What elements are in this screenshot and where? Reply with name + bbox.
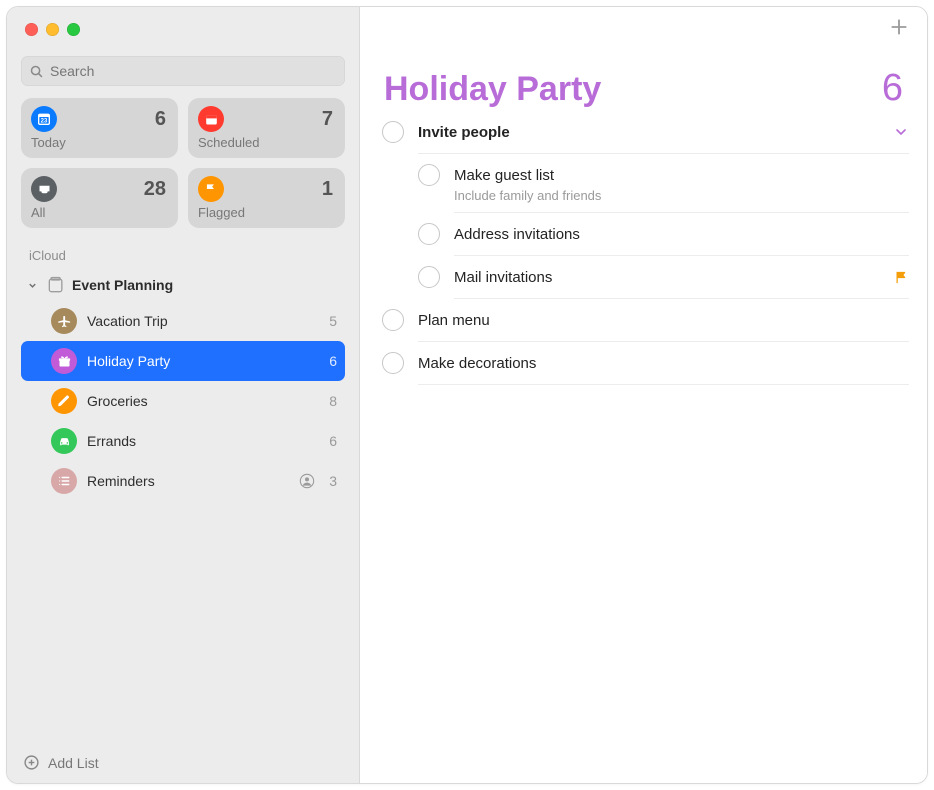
sidebar-tree: Event Planning Vacation Trip5Holiday Par… — [7, 269, 359, 501]
tray-icon — [31, 176, 57, 202]
minimize-button[interactable] — [46, 23, 59, 36]
smart-today-count: 6 — [155, 108, 166, 131]
app-window: 23 6 Today 7 Scheduled — [6, 6, 928, 784]
folder-name: Event Planning — [72, 277, 173, 293]
plus-circle-icon — [23, 754, 40, 771]
reminder-row[interactable]: Address invitations — [418, 222, 909, 246]
list-count: 3 — [323, 473, 337, 489]
reminder-title: Address invitations — [454, 226, 580, 243]
account-label: iCloud — [7, 228, 359, 269]
car-icon — [51, 428, 77, 454]
list-name: Errands — [87, 433, 323, 449]
reminder-title: Make guest list — [454, 167, 554, 184]
list-name: Groceries — [87, 393, 323, 409]
zoom-button[interactable] — [67, 23, 80, 36]
add-list-button[interactable]: Add List — [7, 742, 359, 783]
sidebar-list-item[interactable]: Holiday Party6 — [21, 341, 345, 381]
main-panel: Holiday Party 6 Invite people Make guest … — [360, 7, 927, 783]
search-input[interactable] — [50, 63, 337, 79]
list-count: 5 — [323, 313, 337, 329]
sidebar-list-item[interactable]: Errands6 — [21, 421, 345, 461]
reminder-row[interactable]: Make decorations — [382, 351, 909, 375]
plus-icon — [889, 17, 909, 37]
complete-toggle[interactable] — [382, 121, 404, 143]
complete-toggle[interactable] — [382, 309, 404, 331]
smart-today-label: Today — [31, 135, 166, 150]
main-toolbar — [360, 7, 927, 51]
flag-icon — [198, 176, 224, 202]
list-count: 6 — [323, 433, 337, 449]
smart-scheduled-count: 7 — [322, 108, 333, 131]
reminder-title: Mail invitations — [454, 269, 552, 286]
calendar-icon — [198, 106, 224, 132]
svg-text:23: 23 — [41, 118, 48, 124]
smart-list-flagged[interactable]: 1 Flagged — [188, 168, 345, 228]
reminder-row[interactable]: Invite people — [382, 120, 909, 144]
complete-toggle[interactable] — [418, 223, 440, 245]
sidebar-list-item[interactable]: Reminders 3 — [21, 461, 345, 501]
complete-toggle[interactable] — [418, 266, 440, 288]
add-reminder-button[interactable] — [889, 17, 909, 42]
list-title: Holiday Party — [384, 70, 601, 109]
smart-all-count: 28 — [144, 178, 166, 201]
expand-subtasks-button[interactable] — [893, 124, 909, 140]
list-count: 8 — [323, 393, 337, 409]
list-name: Holiday Party — [87, 353, 323, 369]
calendar-today-icon: 23 — [31, 106, 57, 132]
smart-list-today[interactable]: 23 6 Today — [21, 98, 178, 158]
sidebar-list-item[interactable]: Groceries8 — [21, 381, 345, 421]
complete-toggle[interactable] — [418, 164, 440, 186]
search-icon — [29, 64, 44, 79]
reminder-title: Invite people — [418, 124, 510, 141]
reminder-row[interactable]: Plan menu — [382, 308, 909, 332]
smart-list-all[interactable]: 28 All — [21, 168, 178, 228]
smart-flagged-label: Flagged — [198, 205, 333, 220]
sidebar: 23 6 Today 7 Scheduled — [7, 7, 360, 783]
smart-all-label: All — [31, 205, 166, 220]
close-button[interactable] — [25, 23, 38, 36]
list-count: 6 — [323, 353, 337, 369]
reminders-list: Invite people Make guest list Include fami… — [360, 118, 927, 394]
chevron-down-icon — [27, 280, 38, 291]
reminder-row[interactable]: Make guest list Include family and friend… — [418, 163, 909, 203]
shared-icon — [299, 473, 315, 489]
flag-icon — [894, 270, 909, 285]
smart-lists: 23 6 Today 7 Scheduled — [7, 98, 359, 228]
pencil-icon — [51, 388, 77, 414]
airplane-icon — [51, 308, 77, 334]
smart-flagged-count: 1 — [322, 178, 333, 201]
gift-icon — [51, 348, 77, 374]
folder-icon — [46, 275, 66, 295]
reminder-title: Plan menu — [418, 312, 490, 329]
list-count: 6 — [882, 67, 903, 110]
list-name: Reminders — [87, 473, 299, 489]
reminder-row[interactable]: Mail invitations — [418, 265, 909, 289]
sidebar-list-item[interactable]: Vacation Trip5 — [21, 301, 345, 341]
smart-list-scheduled[interactable]: 7 Scheduled — [188, 98, 345, 158]
search-field[interactable] — [21, 56, 345, 86]
complete-toggle[interactable] — [382, 352, 404, 374]
reminder-note: Include family and friends — [454, 188, 909, 203]
list-name: Vacation Trip — [87, 313, 323, 329]
add-list-label: Add List — [48, 755, 99, 771]
list-header: Holiday Party 6 — [360, 51, 927, 118]
list-icon — [51, 468, 77, 494]
window-controls — [7, 7, 359, 36]
folder-event-planning[interactable]: Event Planning — [21, 269, 345, 301]
reminder-title: Make decorations — [418, 355, 536, 372]
smart-scheduled-label: Scheduled — [198, 135, 333, 150]
